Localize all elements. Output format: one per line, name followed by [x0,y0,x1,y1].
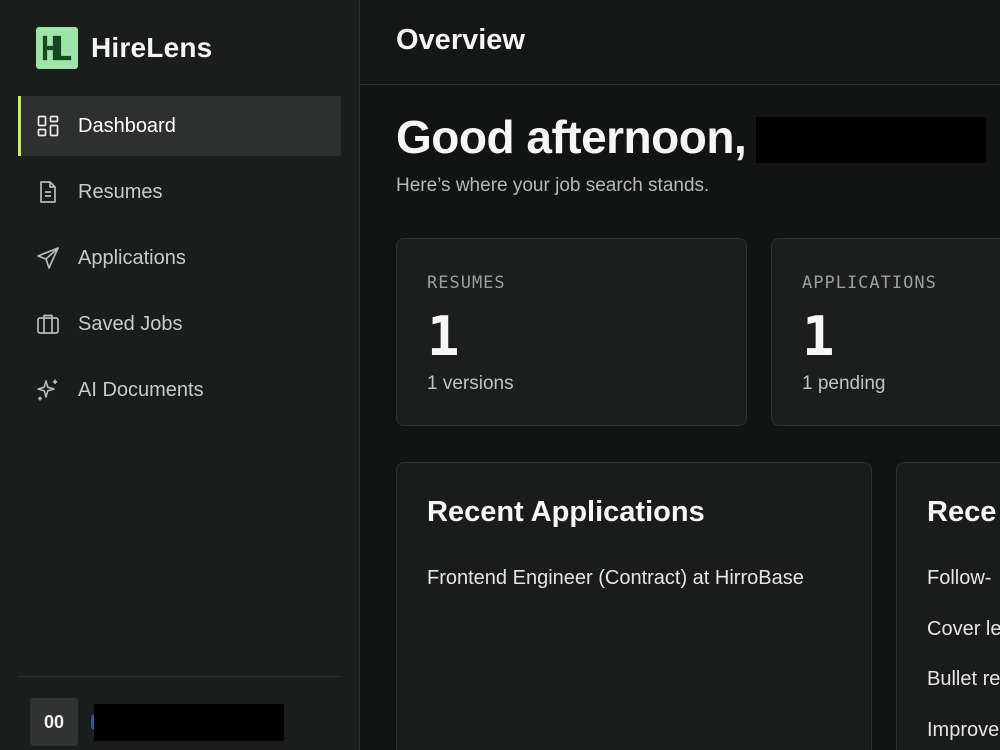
stat-value: 1 [802,305,835,368]
sidebar-divider [18,676,341,677]
stat-card-resumes[interactable]: RESUMES 1 1 versions [396,238,747,426]
list-item[interactable]: Frontend Engineer (Contract) at HirroBas… [427,567,804,618]
list-item[interactable]: Follow- [927,567,1000,618]
sidebar-item-resumes[interactable]: Resumes [18,162,341,222]
briefcase-icon [36,312,60,336]
page-title: Overview [396,24,525,56]
greeting-name-redacted [756,117,987,163]
sidebar-nav: Dashboard Resumes Applications Saved Job… [18,96,341,426]
recent-applications-panel: Recent Applications Frontend Engineer (C… [396,462,872,750]
stat-label: RESUMES [427,273,506,293]
sidebar-item-label: AI Documents [78,378,204,401]
sparkles-icon [36,378,60,402]
sidebar-item-label: Dashboard [78,114,176,137]
recent-documents-panel: Rece Follow- Cover le Bullet re Improve [896,462,1000,750]
sidebar-item-ai-documents[interactable]: AI Documents [18,360,341,420]
greeting-subtitle: Here’s where your job search stands. [396,175,710,196]
user-avatar[interactable]: 00 [30,698,78,746]
stat-card-applications[interactable]: APPLICATIONS 1 1 pending [771,238,1000,426]
main-content: Overview Good afternoon, Here’s where yo… [360,0,1000,750]
stat-value: 1 [427,305,460,368]
app-window: HireLens Dashboard Resumes Applications … [0,0,1000,750]
document-icon [36,180,60,204]
sidebar: HireLens Dashboard Resumes Applications … [0,0,360,750]
hl-logo-icon [42,35,72,61]
topbar: Overview [360,0,1000,85]
brand-name: HireLens [91,32,213,63]
sidebar-item-dashboard[interactable]: Dashboard [18,96,341,156]
stat-subtext: 1 pending [802,373,886,394]
greeting: Good afternoon, [396,110,987,164]
list-item[interactable]: Cover le [927,618,1000,669]
greeting-text: Good afternoon, [396,111,747,163]
sidebar-item-saved-jobs[interactable]: Saved Jobs [18,294,341,354]
send-icon [36,246,60,270]
sidebar-item-label: Applications [78,246,186,269]
stat-subtext: 1 versions [427,373,514,394]
sidebar-item-label: Resumes [78,180,163,203]
brand-logo [36,27,78,69]
panel-title: Rece [927,496,997,528]
list-item[interactable]: Bullet re [927,668,1000,719]
sidebar-item-label: Saved Jobs [78,312,183,335]
panel-title: Recent Applications [427,496,705,528]
recent-documents-list: Follow- Cover le Bullet re Improve [927,567,1000,750]
brand[interactable]: HireLens [36,27,212,69]
user-name-redacted [94,704,284,741]
list-item[interactable]: Improve [927,719,1000,750]
sidebar-item-applications[interactable]: Applications [18,228,341,288]
recent-applications-list: Frontend Engineer (Contract) at HirroBas… [427,567,804,618]
stat-label: APPLICATIONS [802,273,937,293]
dashboard-grid-icon [36,114,60,138]
